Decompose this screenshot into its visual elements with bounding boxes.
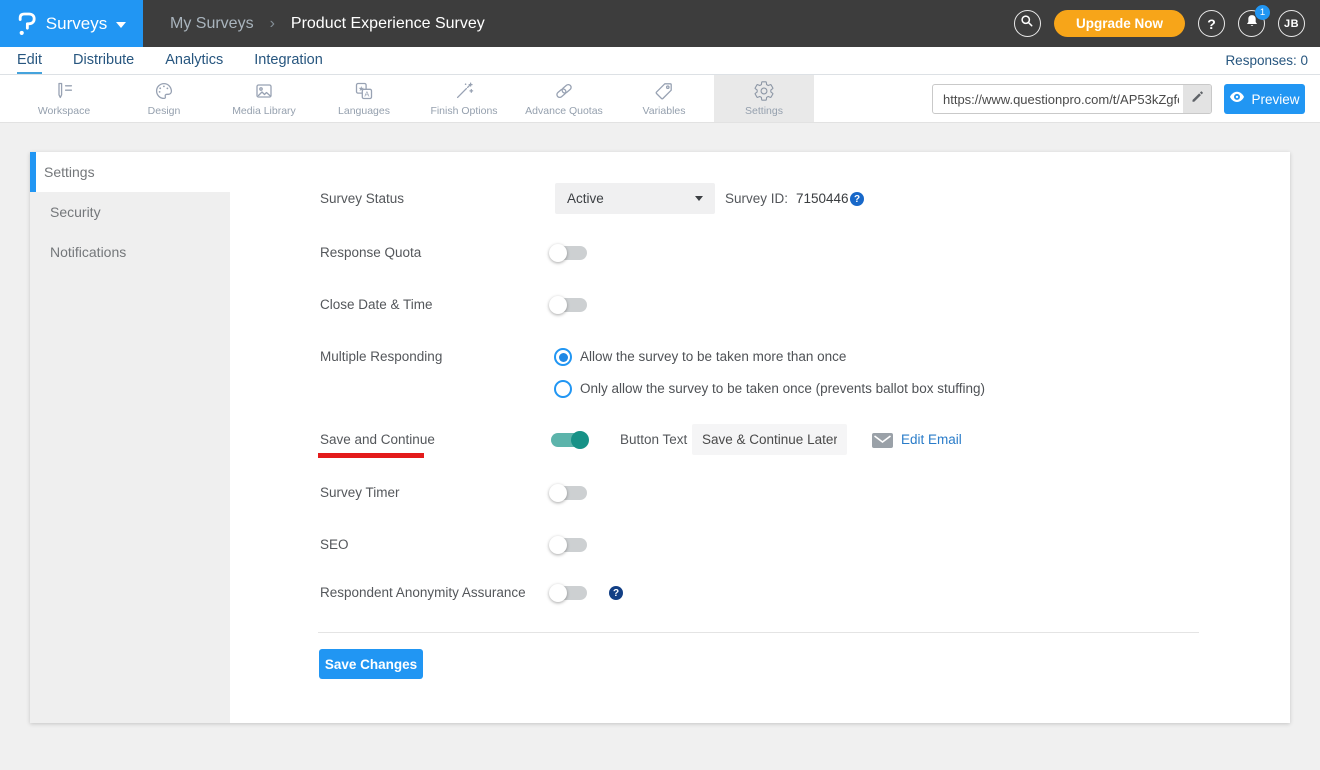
edit-email-link[interactable]: Edit Email <box>901 432 962 448</box>
multiple-responding-option-1-label[interactable]: Allow the survey to be taken more than o… <box>580 349 846 365</box>
toolbar-item-workspace[interactable]: Workspace <box>14 75 114 122</box>
button-text-label: Button Text <box>620 432 687 448</box>
breadcrumb: My Surveys › Product Experience Survey <box>170 15 485 33</box>
respondent-anonymity-help-icon[interactable]: ? <box>609 586 623 600</box>
search-button[interactable] <box>1014 10 1041 37</box>
seo-label: SEO <box>320 537 349 553</box>
highlight-underline <box>318 453 424 458</box>
settings-panel: Settings Security Notifications Survey S… <box>30 152 1290 723</box>
sidebar-item-notifications[interactable]: Notifications <box>30 232 230 272</box>
survey-title: Product Experience Survey <box>291 15 485 33</box>
multiple-responding-option-1-radio[interactable] <box>554 348 572 366</box>
preview-button[interactable]: Preview <box>1224 84 1305 114</box>
avatar[interactable]: JB <box>1278 10 1305 37</box>
survey-id-value: 7150446 <box>796 191 849 207</box>
respondent-anonymity-toggle[interactable] <box>551 586 587 600</box>
settings-sidebar: Settings Security Notifications <box>30 152 230 723</box>
translate-icon: ★ A <box>353 80 375 102</box>
question-mark-icon: ? <box>1207 16 1216 32</box>
breadcrumb-my-surveys[interactable]: My Surveys <box>170 15 254 33</box>
help-button[interactable]: ? <box>1198 10 1225 37</box>
survey-status-value: Active <box>567 191 604 206</box>
product-switcher[interactable]: Surveys <box>0 0 143 47</box>
toolbar-item-advance-quotas[interactable]: Advance Quotas <box>514 75 614 122</box>
notification-count-badge: 1 <box>1255 5 1270 20</box>
sidebar-item-security[interactable]: Security <box>30 192 230 232</box>
tab-distribute[interactable]: Distribute <box>73 47 134 74</box>
toolbar-item-media-library[interactable]: Media Library <box>214 75 314 122</box>
eye-icon <box>1229 91 1245 107</box>
search-icon <box>1019 13 1035 34</box>
upgrade-now-button[interactable]: Upgrade Now <box>1054 10 1185 37</box>
save-and-continue-label: Save and Continue <box>320 432 435 448</box>
questionpro-logo-icon <box>17 11 37 37</box>
tag-icon <box>653 80 675 102</box>
tab-integration[interactable]: Integration <box>254 47 323 74</box>
survey-id-help-icon[interactable]: ? <box>850 192 864 206</box>
save-and-continue-toggle[interactable] <box>551 433 587 447</box>
sidebar-item-settings[interactable]: Settings <box>30 152 230 192</box>
close-date-time-toggle[interactable] <box>551 298 587 312</box>
survey-url-field <box>932 84 1212 114</box>
multiple-responding-label: Multiple Responding <box>320 349 442 365</box>
toolbar-item-languages[interactable]: ★ A Languages <box>314 75 414 122</box>
chevron-down-icon <box>695 196 703 201</box>
magic-wand-icon <box>453 80 475 102</box>
toolbar-item-variables[interactable]: Variables <box>614 75 714 122</box>
button-text-input[interactable] <box>692 424 847 455</box>
chain-links-icon <box>553 80 575 102</box>
responses-count: Responses: 0 <box>1225 47 1308 74</box>
image-icon <box>253 80 275 102</box>
survey-timer-label: Survey Timer <box>320 485 400 501</box>
app-root: Surveys My Surveys › Product Experience … <box>0 0 1320 770</box>
email-icon <box>872 433 893 448</box>
palette-icon <box>153 80 175 102</box>
toolbar-item-settings[interactable]: Settings <box>714 75 814 122</box>
topbar-actions: Upgrade Now ? 1 JB <box>1014 10 1320 37</box>
response-quota-toggle[interactable] <box>551 246 587 260</box>
survey-timer-toggle[interactable] <box>551 486 587 500</box>
top-bar: Surveys My Surveys › Product Experience … <box>0 0 1320 47</box>
respondent-anonymity-label: Respondent Anonymity Assurance <box>320 585 526 601</box>
seo-toggle[interactable] <box>551 538 587 552</box>
save-changes-button[interactable]: Save Changes <box>319 649 423 679</box>
gear-icon <box>753 80 775 102</box>
tab-analytics[interactable]: Analytics <box>165 47 223 74</box>
notifications-button[interactable]: 1 <box>1238 10 1265 37</box>
product-name: Surveys <box>46 14 107 34</box>
toolbar-item-design[interactable]: Design <box>114 75 214 122</box>
multiple-responding-option-2-radio[interactable] <box>554 380 572 398</box>
pencil-icon <box>1190 89 1205 109</box>
tab-edit[interactable]: Edit <box>17 47 42 74</box>
avatar-initials: JB <box>1284 18 1299 30</box>
workspace-icon <box>53 80 75 102</box>
form-divider <box>318 632 1199 633</box>
toolbar-item-finish-options[interactable]: Finish Options <box>414 75 514 122</box>
close-date-time-label: Close Date & Time <box>320 297 433 313</box>
survey-url-input[interactable] <box>933 85 1211 113</box>
multiple-responding-option-2-label[interactable]: Only allow the survey to be taken once (… <box>580 381 985 397</box>
survey-id-label: Survey ID: <box>725 191 788 207</box>
section-tabs: Edit Distribute Analytics Integration Re… <box>0 47 1320 75</box>
chevron-down-icon <box>116 22 126 28</box>
breadcrumb-separator-icon: › <box>270 15 275 33</box>
svg-text:A: A <box>364 89 369 98</box>
edit-url-button[interactable] <box>1183 85 1211 113</box>
survey-status-label: Survey Status <box>320 191 404 207</box>
survey-status-dropdown[interactable]: Active <box>555 183 715 214</box>
editor-toolbar: Workspace Design Media Library <box>0 75 1320 123</box>
response-quota-label: Response Quota <box>320 245 421 261</box>
